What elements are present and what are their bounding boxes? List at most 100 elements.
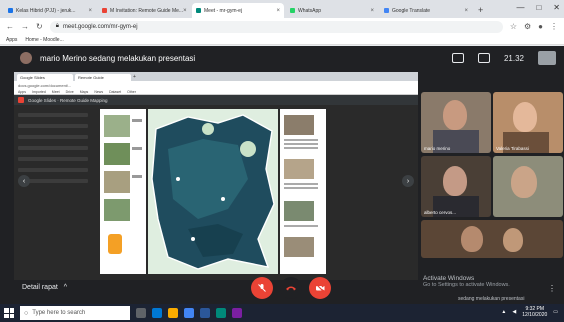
tab-favicon-icon [102, 8, 107, 13]
participant-tile[interactable]: mario merino [421, 92, 491, 153]
translate-favicon-icon [384, 8, 389, 13]
close-tab-icon[interactable]: × [370, 8, 374, 14]
tab-favicon-icon [8, 8, 13, 13]
app-logo-icon [18, 97, 24, 103]
bookmark-apps[interactable]: Apps [6, 37, 17, 43]
url-text: meet.google.com/mr-gym-ej [62, 23, 138, 30]
chrome-icon[interactable] [184, 308, 194, 318]
people-icon[interactable] [451, 53, 464, 63]
reload-icon[interactable]: ↻ [36, 22, 43, 31]
photo-figure [284, 201, 314, 221]
browser-tab-translate[interactable]: Google Translate × [380, 3, 472, 18]
participant-tile[interactable]: Valeria Tirabassi [493, 92, 563, 153]
close-tab-icon[interactable]: × [464, 8, 468, 14]
shared-bookmark: Other [127, 89, 136, 94]
extensions-icon[interactable]: ⚙ [524, 22, 531, 31]
close-tab-icon[interactable]: × [88, 8, 92, 14]
shared-screen: Google Slides Remote Guide + docs.google… [14, 72, 418, 280]
participant-video [511, 166, 537, 198]
bookmark-moodle[interactable]: Home - Moodle... [25, 37, 63, 43]
participant-video [461, 226, 483, 252]
avatar [20, 52, 32, 64]
whatsapp-favicon-icon [290, 8, 295, 13]
task-view-icon[interactable] [136, 308, 146, 318]
back-icon[interactable]: ← [6, 22, 14, 31]
photo-thumbnail [104, 199, 130, 221]
address-bar[interactable]: 🔒︎ meet.google.com/mr-gym-ej [49, 20, 503, 33]
shared-doc-title: Google Slides · Remote Guide Mapping [28, 97, 108, 103]
next-page-button[interactable]: › [402, 175, 414, 187]
end-call-button[interactable] [280, 277, 302, 299]
shared-tab-strip: Google Slides Remote Guide + [14, 72, 418, 81]
mic-off-button[interactable] [251, 277, 273, 299]
self-view-thumbnail[interactable] [538, 51, 556, 65]
browser-tab-strip: Kelas Hibrid (PJJ) - jeruk... × M Invitat… [0, 0, 564, 18]
taskbar-clock[interactable]: 9:32 PM 12/10/2020 [522, 306, 547, 318]
more-options-icon[interactable]: ⋮ [548, 284, 556, 293]
meeting-time: 21.32 [503, 53, 524, 63]
shared-bookmark: Meet [51, 89, 60, 94]
participant-name: mario merino [424, 146, 451, 151]
browser-tab-1[interactable]: Kelas Hibrid (PJJ) - jeruk... × [4, 3, 96, 18]
maximize-button[interactable]: □ [536, 3, 541, 12]
participant-tile[interactable]: alberto cervos... [421, 156, 491, 217]
map-graphic [148, 109, 278, 274]
previous-page-button[interactable]: ‹ [18, 175, 30, 187]
phone-hangup-icon [286, 286, 296, 291]
shared-doc-bar: Google Slides · Remote Guide Mapping [14, 95, 418, 105]
browser-tab-2[interactable]: M Invitation: Remote Guide Me... × [98, 3, 190, 18]
meet-bottom-bar: Detail rapat ^ Activate Windows Go to Se… [0, 260, 564, 304]
edge-icon[interactable] [152, 308, 162, 318]
photo-thumbnail [104, 171, 130, 193]
window-controls: — □ ✕ [516, 3, 560, 12]
mic-off-icon [258, 284, 266, 292]
photo-thumbnail [104, 115, 130, 137]
activate-windows-watermark: Activate Windows Go to Settings to activ… [423, 275, 510, 288]
search-icon: ○ [24, 309, 29, 317]
volume-icon[interactable]: ◀ [512, 309, 516, 315]
shared-bookmark: Apps [18, 89, 26, 94]
chat-icon[interactable] [477, 53, 490, 63]
meeting-details-button[interactable]: Detail rapat ^ [22, 284, 67, 291]
word-icon[interactable] [200, 308, 210, 318]
shared-bookmark: Imported [31, 89, 46, 94]
app-icon[interactable] [232, 308, 242, 318]
star-icon[interactable]: ☆ [510, 22, 517, 31]
windows-taskbar: ○ Type here to search ▲ ◀ 9:32 PM 12/10/… [0, 304, 564, 322]
forward-icon[interactable]: → [21, 22, 29, 31]
shared-bookmark: Dataset [109, 89, 122, 94]
shared-new-tab: + [133, 74, 136, 80]
minimize-button[interactable]: — [516, 3, 524, 12]
document-page-right [280, 109, 326, 274]
browser-tab-whatsapp[interactable]: WhatsApp × [286, 3, 378, 18]
bookmarks-bar: Apps Home - Moodle... [0, 35, 564, 45]
close-tab-icon[interactable]: × [183, 8, 187, 14]
profile-icon[interactable]: ● [538, 22, 543, 31]
participant-tile[interactable] [493, 156, 563, 217]
close-tab-icon[interactable]: × [276, 8, 280, 14]
notifications-icon[interactable]: ▭ [553, 309, 558, 315]
shared-doc-body: ‹ › [14, 105, 418, 280]
taskbar-search-box[interactable]: ○ Type here to search [20, 306, 130, 320]
satellite-map [148, 109, 278, 274]
store-icon[interactable] [216, 308, 226, 318]
camera-off-icon [315, 283, 325, 293]
menu-icon[interactable]: ⋮ [550, 22, 558, 31]
shared-bookmark: News [94, 89, 104, 94]
lock-icon: 🔒︎ [55, 23, 59, 29]
network-icon[interactable]: ▲ [501, 309, 506, 315]
close-window-button[interactable]: ✕ [553, 3, 560, 12]
browser-tab-meet[interactable]: Meet - mr-gym-ej × [192, 3, 284, 18]
shared-address-bar: docs.google.com/document/... [14, 81, 418, 89]
windows-start-icon[interactable] [4, 308, 14, 318]
participant-video [443, 100, 467, 130]
participant-video [513, 102, 537, 132]
figure-illustration [108, 234, 122, 254]
camera-off-button[interactable] [309, 277, 331, 299]
photo-thumbnail [104, 143, 130, 165]
file-explorer-icon[interactable] [168, 308, 178, 318]
presenting-label: sedang melakukan presentasi [458, 296, 525, 302]
shared-bookmark: Maps [79, 89, 89, 94]
new-tab-button[interactable]: + [478, 3, 483, 18]
participant-tile[interactable] [421, 220, 563, 258]
